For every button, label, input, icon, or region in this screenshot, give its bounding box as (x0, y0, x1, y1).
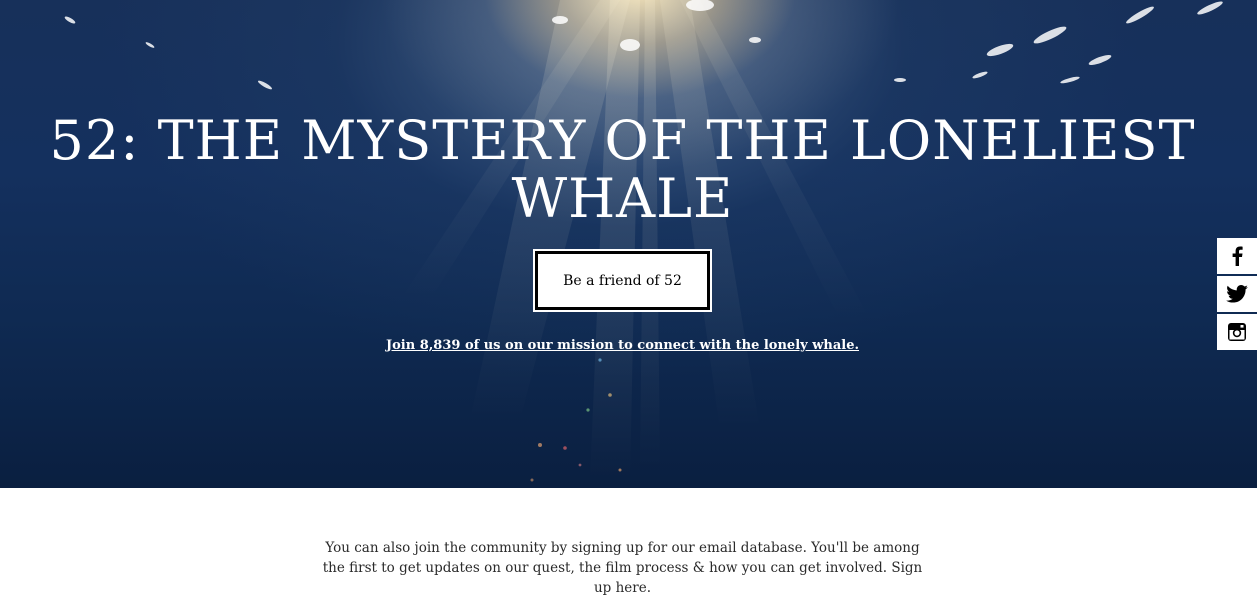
twitter-icon (1226, 285, 1248, 303)
join-mission-link[interactable]: Join 8,839 of us on our mission to conne… (0, 338, 1245, 353)
social-sidebar (1217, 238, 1257, 352)
facebook-icon (1232, 246, 1243, 266)
underwater-light-rays (64, 0, 1223, 482)
page-title: 52: THE MYSTERY OF THE LONELIEST WHALE (49, 109, 1196, 230)
instagram-icon (1228, 323, 1246, 341)
facebook-button[interactable] (1217, 238, 1257, 274)
instagram-button[interactable] (1217, 314, 1257, 350)
be-a-friend-button[interactable]: Be a friend of 52 (533, 249, 712, 312)
hero-section: 52: THE MYSTERY OF THE LONELIEST WHALE B… (0, 0, 1257, 488)
email-signup-intro: You can also join the community by signi… (322, 540, 923, 596)
twitter-button[interactable] (1217, 276, 1257, 312)
